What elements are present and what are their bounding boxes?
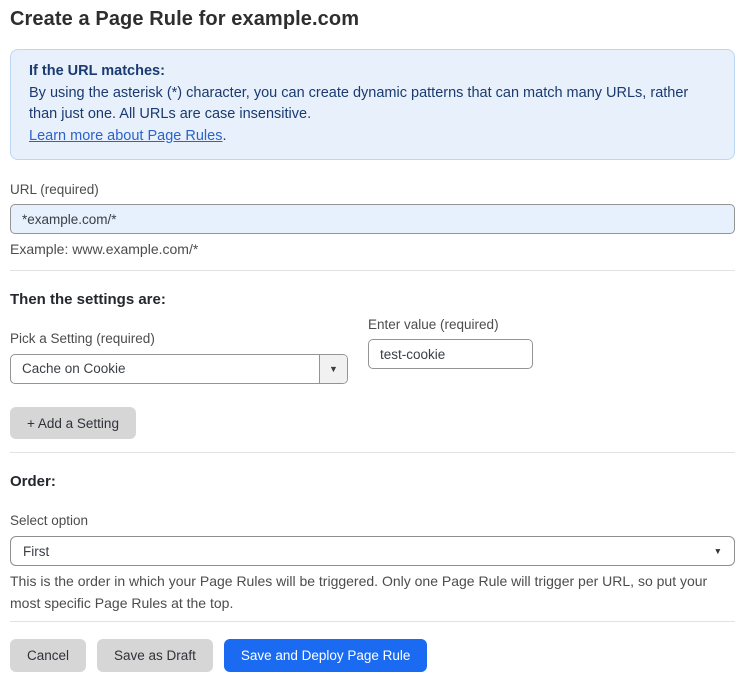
setting-select-value: Cache on Cookie bbox=[22, 361, 126, 376]
order-select-label: Select option bbox=[10, 513, 89, 528]
order-description: This is the order in which your Page Rul… bbox=[10, 573, 708, 611]
order-select[interactable]: First ▼ bbox=[10, 536, 735, 566]
save-and-deploy-button[interactable]: Save and Deploy Page Rule bbox=[223, 639, 428, 672]
url-input[interactable] bbox=[10, 204, 735, 234]
url-match-info-box: If the URL matches: By using the asteris… bbox=[10, 49, 735, 160]
settings-section-heading: Then the settings are: bbox=[10, 291, 166, 308]
setting-select-arrow-button[interactable]: ▼ bbox=[319, 355, 347, 383]
link-suffix: . bbox=[222, 127, 227, 144]
divider bbox=[10, 270, 735, 271]
create-page-rule-form: Create a Page Rule for example.com If th… bbox=[0, 0, 750, 672]
cancel-button[interactable]: Cancel bbox=[10, 639, 87, 672]
url-field-label: URL (required) bbox=[10, 182, 99, 197]
order-select-value: First bbox=[23, 543, 50, 559]
order-section-heading: Order: bbox=[10, 473, 56, 490]
chevron-down-icon: ▼ bbox=[329, 364, 338, 374]
setting-value-label: Enter value (required) bbox=[368, 317, 499, 332]
chevron-down-icon: ▼ bbox=[713, 546, 722, 556]
settings-row: Pick a Setting (required) Cache on Cooki… bbox=[10, 309, 735, 384]
setting-picker-label: Pick a Setting (required) bbox=[10, 331, 155, 346]
info-link-line: Learn more about Page Rules. bbox=[29, 126, 716, 148]
footer-button-row: Cancel Save as Draft Save and Deploy Pag… bbox=[10, 639, 735, 672]
setting-value-input[interactable] bbox=[368, 339, 533, 369]
add-setting-button[interactable]: + Add a Setting bbox=[10, 407, 136, 439]
info-box-heading: If the URL matches: bbox=[29, 63, 165, 79]
setting-select[interactable]: Cache on Cookie ▼ bbox=[10, 354, 348, 384]
divider bbox=[10, 452, 735, 453]
info-box-body: By using the asterisk (*) character, you… bbox=[29, 84, 689, 123]
divider bbox=[10, 621, 735, 622]
setting-value-column: Enter value (required) bbox=[368, 317, 533, 384]
page-title: Create a Page Rule for example.com bbox=[10, 8, 360, 30]
setting-picker-column: Pick a Setting (required) Cache on Cooki… bbox=[10, 309, 348, 384]
url-example-hint: Example: www.example.com/* bbox=[10, 241, 199, 257]
save-as-draft-button[interactable]: Save as Draft bbox=[97, 639, 213, 672]
learn-more-link[interactable]: Learn more about Page Rules bbox=[29, 128, 222, 144]
